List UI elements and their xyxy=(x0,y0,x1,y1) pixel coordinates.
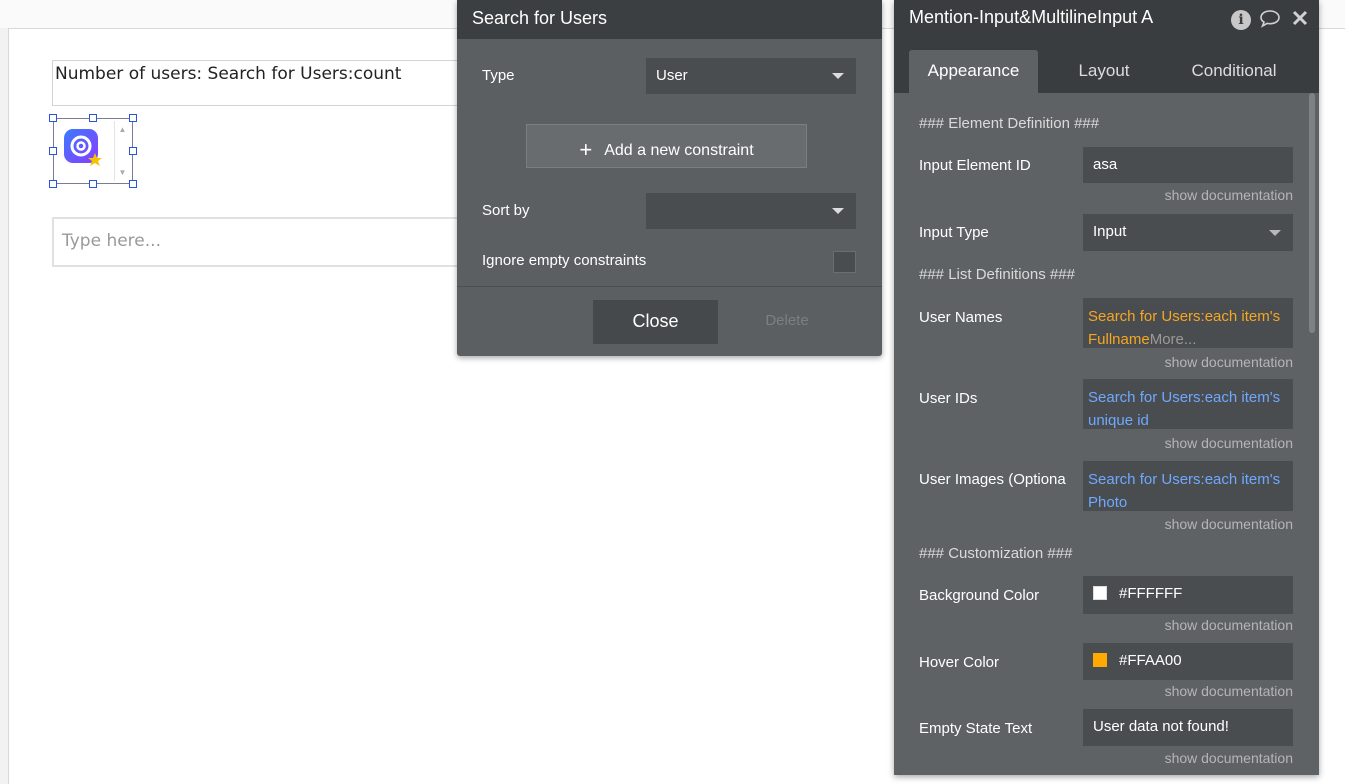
show-documentation-link[interactable]: show documentation xyxy=(1165,516,1293,532)
divider xyxy=(457,286,882,287)
tab-appearance[interactable]: Appearance xyxy=(909,50,1038,93)
input-type-dropdown[interactable]: Input xyxy=(1083,214,1293,251)
hover-color-label: Hover Color xyxy=(919,654,1000,671)
color-swatch[interactable] xyxy=(1093,653,1107,667)
show-documentation-link[interactable]: show documentation xyxy=(1165,617,1293,633)
background-color-field[interactable]: #FFFFFF xyxy=(1083,576,1293,614)
empty-state-text-label: Empty State Text xyxy=(919,720,1033,737)
user-images-expression: Search for Users:each item's Photo xyxy=(1088,471,1281,511)
input-type-value: Input xyxy=(1093,223,1127,240)
show-documentation-link[interactable]: show documentation xyxy=(1165,683,1293,699)
hover-color-value: #FFAA00 xyxy=(1119,652,1182,669)
scrollbar[interactable] xyxy=(1309,93,1315,333)
input-type-label: Input Type xyxy=(919,224,989,241)
resize-handle[interactable] xyxy=(49,180,57,188)
ignore-empty-label: Ignore empty constraints xyxy=(482,252,647,269)
background-color-label: Background Color xyxy=(919,587,1040,604)
scroll-down-icon[interactable]: ▼ xyxy=(115,168,130,177)
caret-down-icon xyxy=(832,208,844,214)
hover-color-field[interactable]: #FFAA00 xyxy=(1083,643,1293,680)
tab-conditional[interactable]: Conditional xyxy=(1174,50,1294,93)
type-label: Type xyxy=(482,67,515,84)
color-swatch[interactable] xyxy=(1093,586,1107,600)
mention-logo-icon xyxy=(64,129,102,166)
caret-down-icon xyxy=(1269,230,1281,236)
search-popup-title: Search for Users xyxy=(457,0,882,39)
mention-scrollbar[interactable]: ▲ ▼ xyxy=(114,121,130,181)
add-constraint-label: Add a new constraint xyxy=(604,142,754,159)
user-ids-expression: Search for Users:each item's unique id xyxy=(1088,389,1281,429)
user-images-field[interactable]: Search for Users:each item's Photo xyxy=(1083,461,1293,511)
user-images-label: User Images (Optiona xyxy=(919,471,1066,488)
section-customization: ### Customization ### xyxy=(919,545,1073,562)
mention-input-element[interactable]: ▲ ▼ xyxy=(53,118,133,184)
user-ids-field[interactable]: Search for Users:each item's unique id xyxy=(1083,379,1293,429)
ignore-empty-checkbox[interactable] xyxy=(833,251,856,273)
text-input-element[interactable]: Type here... xyxy=(52,217,472,267)
show-documentation-link[interactable]: show documentation xyxy=(1165,354,1293,370)
type-dropdown[interactable]: User xyxy=(646,58,856,94)
property-editor: Mention-Input&MultilineInput A i Appeara… xyxy=(894,0,1319,775)
delete-button[interactable]: Delete xyxy=(747,312,827,329)
background-color-value: #FFFFFF xyxy=(1119,585,1183,602)
tab-layout[interactable]: Layout xyxy=(1054,50,1154,93)
caret-down-icon xyxy=(832,73,844,79)
sort-by-label: Sort by xyxy=(482,202,530,219)
comment-icon[interactable] xyxy=(1259,9,1281,31)
sort-by-dropdown[interactable] xyxy=(646,193,856,229)
plus-icon: + xyxy=(579,137,593,162)
add-constraint-button[interactable]: + Add a new constraint xyxy=(526,124,807,168)
resize-handle[interactable] xyxy=(129,114,137,122)
section-element-definition: ### Element Definition ### xyxy=(919,115,1100,132)
show-documentation-link[interactable]: show documentation xyxy=(1165,187,1293,203)
tab-bar: Appearance Layout Conditional xyxy=(894,40,1319,93)
user-names-more-link[interactable]: More... xyxy=(1150,331,1197,348)
info-icon[interactable]: i xyxy=(1231,10,1251,30)
resize-handle[interactable] xyxy=(129,147,137,155)
user-ids-label: User IDs xyxy=(919,390,978,407)
resize-handle[interactable] xyxy=(49,147,57,155)
property-editor-title: Mention-Input&MultilineInput A xyxy=(909,7,1154,27)
empty-state-text-field[interactable]: User data not found! xyxy=(1083,709,1293,746)
resize-handle[interactable] xyxy=(89,114,97,122)
search-popup: Search for Users Type User + Add a new co… xyxy=(457,0,882,356)
text-element[interactable]: Number of users: Search for Users:count xyxy=(52,60,472,106)
type-value: User xyxy=(656,67,688,84)
show-documentation-link[interactable]: show documentation xyxy=(1165,435,1293,451)
close-icon[interactable] xyxy=(1289,9,1311,31)
close-button[interactable]: Close xyxy=(593,300,718,344)
resize-handle[interactable] xyxy=(49,114,57,122)
input-element-id-field[interactable]: asa xyxy=(1083,147,1293,183)
property-editor-header: Mention-Input&MultilineInput A i xyxy=(894,0,1319,40)
section-list-definitions: ### List Definitions ### xyxy=(919,266,1075,283)
user-names-label: User Names xyxy=(919,309,1003,326)
scroll-up-icon[interactable]: ▲ xyxy=(115,125,130,134)
show-documentation-link[interactable]: show documentation xyxy=(1165,750,1293,766)
resize-handle[interactable] xyxy=(89,180,97,188)
user-names-field[interactable]: Search for Users:each item's FullnameMor… xyxy=(1083,298,1293,348)
input-element-id-label: Input Element ID xyxy=(919,157,1031,174)
resize-handle[interactable] xyxy=(129,180,137,188)
